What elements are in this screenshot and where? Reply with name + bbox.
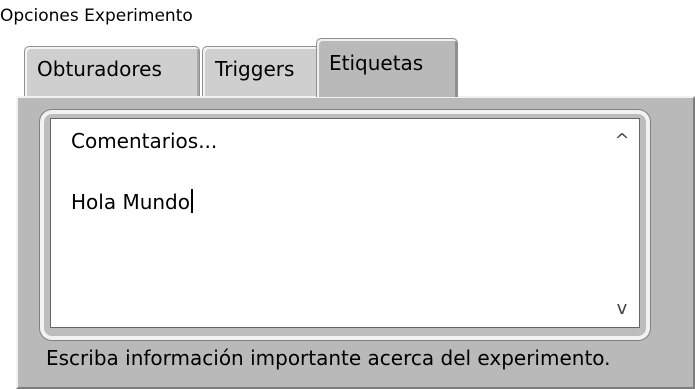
scroll-down-icon[interactable]: v xyxy=(609,295,635,323)
help-caption: Escriba información importante acerca de… xyxy=(46,346,611,370)
comments-textarea[interactable]: Comentarios... Hola Mundo ^ v xyxy=(50,118,640,328)
comments-line-2: Hola Mundo xyxy=(71,189,193,214)
window-title: Opciones Experimento xyxy=(0,6,193,26)
scroll-up-icon[interactable]: ^ xyxy=(609,127,635,155)
tab-label-etiquetas: Etiquetas xyxy=(329,51,424,75)
tab-strip: Obturadores Triggers Etiquetas xyxy=(14,38,695,98)
tab-triggers[interactable]: Triggers xyxy=(202,46,322,96)
tab-etiquetas[interactable]: Etiquetas xyxy=(316,38,458,97)
text-caret xyxy=(190,189,193,213)
comments-frame: Comentarios... Hola Mundo ^ v xyxy=(40,110,650,340)
tab-obturadores[interactable]: Obturadores xyxy=(24,46,200,96)
options-window: Opciones Experimento Obturadores Trigger… xyxy=(0,0,695,389)
comments-line-1: Comentarios... xyxy=(71,129,218,153)
tab-label-triggers: Triggers xyxy=(215,57,295,81)
tab-panel-etiquetas: Comentarios... Hola Mundo ^ v Escriba in… xyxy=(16,96,695,389)
tab-label-obturadores: Obturadores xyxy=(37,57,162,81)
comments-line-2-text: Hola Mundo xyxy=(71,190,190,214)
